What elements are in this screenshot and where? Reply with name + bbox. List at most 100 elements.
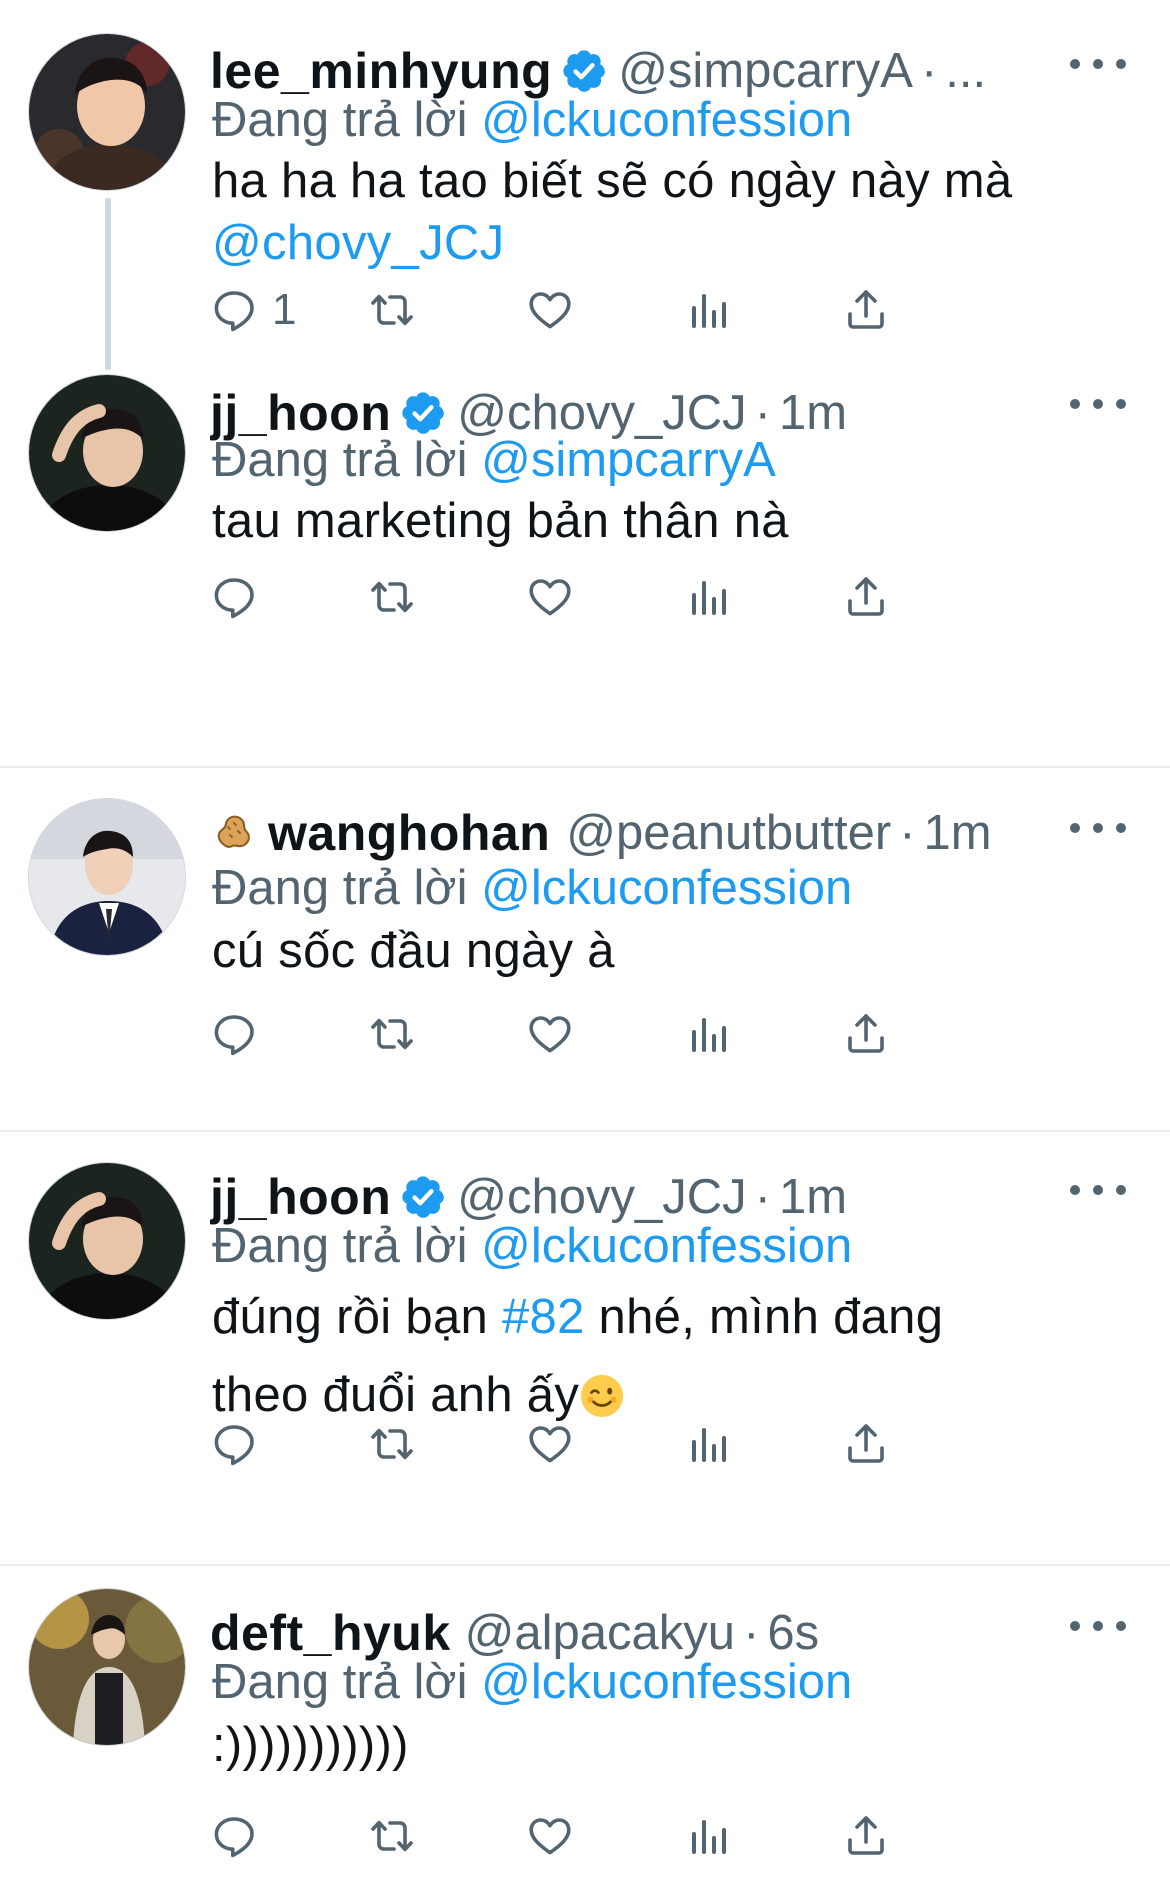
- share-icon: [842, 1010, 890, 1058]
- separator: ·: [899, 806, 916, 860]
- retweet-button[interactable]: [368, 1806, 416, 1866]
- tweet-text-line: cú sốc đầu ngày à: [212, 924, 615, 978]
- tweet-text-segment: nhé, mình đang: [598, 1290, 944, 1344]
- like-button[interactable]: [526, 1004, 574, 1064]
- avatar[interactable]: [28, 798, 186, 956]
- retweet-button[interactable]: [368, 280, 416, 340]
- more-options-icon[interactable]: [1070, 54, 1126, 74]
- replying-mention[interactable]: @simpcarryA: [481, 433, 776, 487]
- share-icon: [842, 1420, 890, 1468]
- separator: ·: [754, 1170, 771, 1224]
- avatar[interactable]: [28, 374, 186, 532]
- timestamp[interactable]: 1m: [924, 806, 992, 860]
- share-button[interactable]: [842, 1004, 890, 1064]
- replying-prefix: Đang trả lời: [212, 1655, 468, 1709]
- share-icon: [842, 573, 890, 621]
- verified-badge-icon: [560, 47, 608, 95]
- views-button[interactable]: [684, 280, 732, 340]
- tweet-text: ha ha ha tao biết sẽ có ngày này mà @cho…: [212, 150, 1110, 274]
- more-options-icon[interactable]: [1070, 1180, 1126, 1200]
- retweet-icon: [368, 573, 416, 621]
- display-name[interactable]: jj_hoon: [210, 1169, 391, 1225]
- verified-badge-icon: [399, 1173, 447, 1221]
- analytics-icon: [684, 1420, 732, 1468]
- tweet[interactable]: lee_minhyung @simpcarryA ·... Đang trả lời…: [0, 0, 1170, 380]
- tweet-text: :))))))))))): [212, 1714, 1110, 1776]
- avatar[interactable]: [28, 1162, 186, 1320]
- thread-connector: [105, 198, 111, 370]
- tweet[interactable]: wanghohan @peanutbutter · 1m Đang trả lời @…: [0, 770, 1170, 1132]
- replying-mention[interactable]: @lckuconfession: [481, 1655, 852, 1709]
- tweet-text-line: :))))))))))): [212, 1718, 409, 1772]
- tweet-hashtag[interactable]: #82: [502, 1290, 585, 1344]
- like-button[interactable]: [526, 280, 574, 340]
- reply-icon: [210, 1420, 258, 1468]
- timestamp[interactable]: 1m: [779, 1170, 847, 1224]
- reply-icon: [210, 1010, 258, 1058]
- share-button[interactable]: [842, 1806, 890, 1866]
- timestamp[interactable]: 6s: [767, 1606, 819, 1660]
- heart-icon: [526, 1010, 574, 1058]
- more-options-icon[interactable]: [1070, 394, 1126, 414]
- views-button[interactable]: [684, 1806, 732, 1866]
- reply-button[interactable]: [210, 1806, 258, 1866]
- reply-button[interactable]: [210, 1414, 258, 1474]
- share-button[interactable]: [842, 280, 890, 340]
- reply-icon: [210, 1812, 258, 1860]
- analytics-icon: [684, 286, 732, 334]
- user-handle[interactable]: @alpacakyu: [465, 1606, 735, 1660]
- like-button[interactable]: [526, 1806, 574, 1866]
- tweet-actions: 1: [210, 280, 1050, 340]
- reply-count: 1: [272, 285, 297, 334]
- heart-icon: [526, 1420, 574, 1468]
- replying-mention[interactable]: @lckuconfession: [481, 861, 852, 915]
- more-options-icon[interactable]: [1070, 818, 1126, 838]
- reply-button[interactable]: [210, 567, 258, 627]
- replying-mention[interactable]: @lckuconfession: [481, 1219, 852, 1273]
- tweet-actions: [210, 1004, 1050, 1064]
- tweet-text-line: tau marketing bản thân nà: [212, 494, 789, 548]
- more-options-icon[interactable]: [1070, 1616, 1126, 1636]
- replying-to: Đang trả lời @lckuconfession: [212, 92, 852, 148]
- retweet-button[interactable]: [368, 567, 416, 627]
- separator: ·: [920, 44, 938, 98]
- display-name[interactable]: deft_hyuk: [210, 1605, 451, 1661]
- timestamp[interactable]: ...: [945, 44, 986, 98]
- heart-icon: [526, 573, 574, 621]
- verified-badge-icon: [399, 389, 447, 437]
- display-name[interactable]: lee_minhyung: [210, 43, 552, 99]
- avatar[interactable]: [28, 1588, 186, 1746]
- retweet-button[interactable]: [368, 1414, 416, 1474]
- like-button[interactable]: [526, 1414, 574, 1474]
- like-button[interactable]: [526, 567, 574, 627]
- user-handle[interactable]: @peanutbutter: [566, 806, 891, 860]
- user-handle[interactable]: @chovy_JCJ: [457, 1170, 746, 1224]
- tweet-text: cú sốc đầu ngày à: [212, 920, 1110, 982]
- tweet-actions: [210, 1806, 1050, 1866]
- tweet-actions: [210, 1414, 1050, 1474]
- analytics-icon: [684, 573, 732, 621]
- avatar[interactable]: [28, 33, 186, 191]
- tweet-mention[interactable]: @chovy_JCJ: [212, 212, 1110, 274]
- tweet-header: wanghohan @peanutbutter · 1m: [210, 804, 1130, 868]
- retweet-icon: [368, 1812, 416, 1860]
- share-button[interactable]: [842, 1414, 890, 1474]
- display-name[interactable]: wanghohan: [268, 805, 550, 861]
- user-handle[interactable]: @simpcarryA: [618, 44, 913, 98]
- reply-button[interactable]: [210, 1004, 258, 1064]
- timestamp[interactable]: 1m: [779, 386, 847, 440]
- tweet[interactable]: deft_hyuk @alpacakyu · 6s Đang trả lời @lck…: [0, 1568, 1170, 1902]
- views-button[interactable]: [684, 1004, 732, 1064]
- reply-icon: [210, 286, 258, 334]
- retweet-button[interactable]: [368, 1004, 416, 1064]
- replying-mention[interactable]: @lckuconfession: [481, 93, 852, 147]
- tweet[interactable]: jj_hoon @chovy_JCJ · 1m Đang trả lời @lckuc…: [0, 1134, 1170, 1566]
- share-icon: [842, 1812, 890, 1860]
- tweet[interactable]: jj_hoon @chovy_JCJ · 1m Đang trả lời @simpc…: [0, 370, 1170, 768]
- views-button[interactable]: [684, 567, 732, 627]
- replying-to: Đang trả lời @simpcarryA: [212, 432, 776, 488]
- tweet-text: tau marketing bản thân nà: [212, 490, 1110, 552]
- views-button[interactable]: [684, 1414, 732, 1474]
- share-button[interactable]: [842, 567, 890, 627]
- reply-button[interactable]: 1: [210, 280, 296, 340]
